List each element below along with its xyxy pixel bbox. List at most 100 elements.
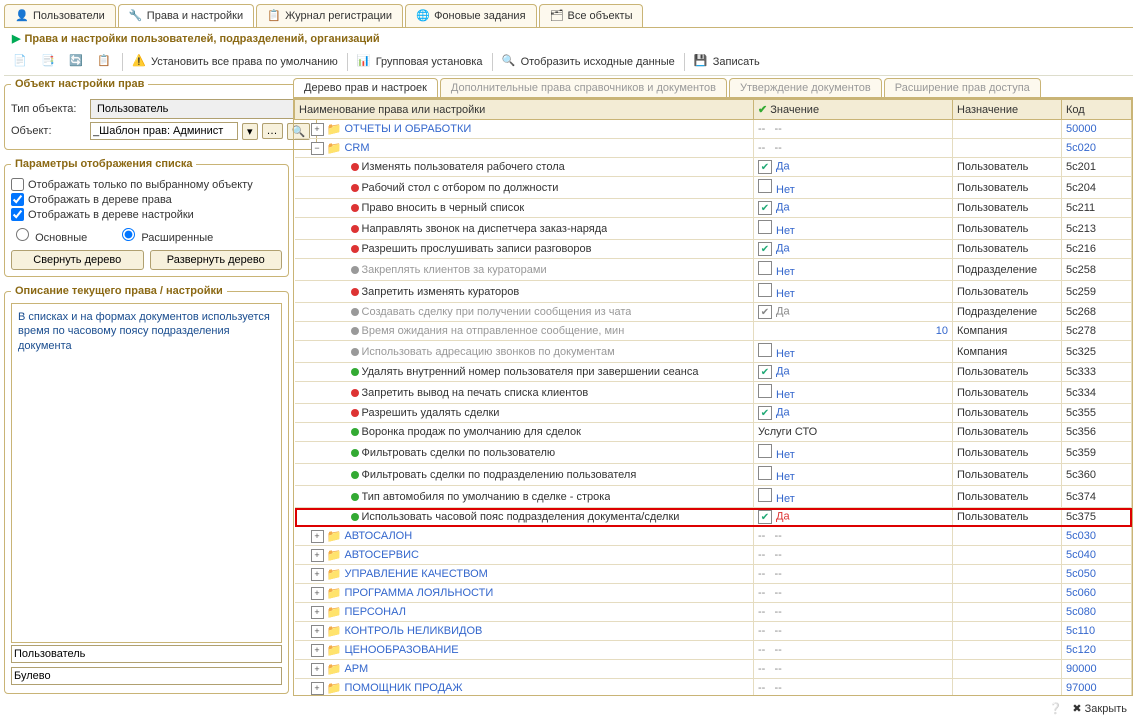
row-value[interactable]: Нет <box>776 266 795 278</box>
toolbar-btn-3[interactable]: 🔄 <box>64 51 90 73</box>
checkbox-icon[interactable] <box>758 488 772 502</box>
expand-icon[interactable]: + <box>311 663 324 676</box>
row-value[interactable]: Да <box>776 243 790 255</box>
top-tab[interactable]: 🗂Все объекты <box>539 4 644 27</box>
object-input[interactable] <box>90 122 238 140</box>
checkbox-icon[interactable] <box>758 444 772 458</box>
save-button[interactable]: 💾Записать <box>689 51 765 73</box>
expand-icon[interactable]: + <box>311 549 324 562</box>
expand-icon[interactable]: + <box>311 682 324 695</box>
set-default-button[interactable]: ⚠️Установить все права по умолчанию <box>127 51 343 73</box>
grid-row[interactable]: Запретить вывод на печать списка клиенто… <box>295 382 1132 404</box>
checkbox-icon[interactable] <box>758 179 772 193</box>
grid-row[interactable]: +📁АВТОСАЛОН-- --5c030 <box>295 527 1132 546</box>
checkbox-icon[interactable]: ✔ <box>758 201 772 215</box>
grid-row[interactable]: +📁ПОМОЩНИК ПРОДАЖ-- --97000 <box>295 679 1132 697</box>
object-lookup-button[interactable]: … <box>262 123 283 139</box>
checkbox-icon[interactable]: ✔ <box>758 365 772 379</box>
inner-tab[interactable]: Расширение прав доступа <box>884 78 1041 97</box>
inner-tab[interactable]: Дерево прав и настроек <box>293 78 438 97</box>
row-value[interactable]: Нет <box>776 288 795 300</box>
expand-icon[interactable]: − <box>311 142 324 155</box>
assignment-display[interactable] <box>11 645 282 663</box>
checkbox-icon[interactable]: ✔ <box>758 160 772 174</box>
toolbar-btn-1[interactable]: 📄 <box>8 51 34 73</box>
row-value[interactable]: Нет <box>776 389 795 401</box>
grid-row[interactable]: Разрешить удалять сделки✔ДаПользователь5… <box>295 404 1132 423</box>
expand-icon[interactable]: + <box>311 530 324 543</box>
row-value[interactable]: Да <box>776 306 790 318</box>
expand-icon[interactable]: + <box>311 587 324 600</box>
grid-row[interactable]: Запретить изменять кураторовНетПользоват… <box>295 281 1132 303</box>
row-value[interactable]: Нет <box>776 493 795 505</box>
grid-row[interactable]: Разрешить прослушивать записи разговоров… <box>295 240 1132 259</box>
expand-icon[interactable]: + <box>311 644 324 657</box>
row-value[interactable]: Да <box>776 161 790 173</box>
radio-extended[interactable] <box>122 228 135 241</box>
grid-row[interactable]: +📁ПРОГРАММА ЛОЯЛЬНОСТИ-- --5c060 <box>295 584 1132 603</box>
checkbox-icon[interactable]: ✔ <box>758 305 772 319</box>
datatype-display[interactable] <box>11 667 282 685</box>
row-value[interactable]: Да <box>776 511 790 523</box>
row-value[interactable]: Услуги СТО <box>758 426 817 438</box>
grid-row[interactable]: Создавать сделку при получении сообщения… <box>295 303 1132 322</box>
checkbox-icon[interactable] <box>758 466 772 480</box>
inner-tab[interactable]: Утверждение документов <box>729 78 882 97</box>
grid-row[interactable]: +📁ЦЕНООБРАЗОВАНИЕ-- --5c120 <box>295 641 1132 660</box>
collapse-tree-button[interactable]: Свернуть дерево <box>11 250 144 270</box>
checkbox-icon[interactable] <box>758 261 772 275</box>
checkbox-icon[interactable] <box>758 384 772 398</box>
grid-row[interactable]: −📁CRM-- --5c020 <box>295 139 1132 158</box>
grid-row[interactable]: Фильтровать сделки по пользователюНетПол… <box>295 442 1132 464</box>
radio-basic[interactable] <box>16 228 29 241</box>
inner-tab[interactable]: Дополнительные права справочников и доку… <box>440 78 727 97</box>
row-value[interactable]: 10 <box>936 325 948 337</box>
grid-row[interactable]: Изменять пользователя рабочего стола✔ДаП… <box>295 158 1132 177</box>
row-value[interactable]: Да <box>776 407 790 419</box>
row-value[interactable]: Нет <box>776 449 795 461</box>
grid-row[interactable]: +📁АВТОСЕРВИС-- --5c040 <box>295 546 1132 565</box>
expand-icon[interactable]: + <box>311 123 324 136</box>
expand-icon[interactable]: + <box>311 625 324 638</box>
row-value[interactable]: Нет <box>776 348 795 360</box>
col-code[interactable]: Код <box>1062 100 1132 120</box>
close-button[interactable]: ✖ Закрыть <box>1072 702 1127 715</box>
top-tab[interactable]: 🔧Права и настройки <box>118 4 254 27</box>
grid-row[interactable]: Направлять звонок на диспетчера заказ-на… <box>295 218 1132 240</box>
grid-row[interactable]: +📁КОНТРОЛЬ НЕЛИКВИДОВ-- --5c110 <box>295 622 1132 641</box>
grid-row[interactable]: Закреплять клиентов за кураторамиНетПодр… <box>295 259 1132 281</box>
expand-icon[interactable]: + <box>311 606 324 619</box>
grid-row[interactable]: +📁ОТЧЕТЫ И ОБРАБОТКИ-- --50000 <box>295 120 1132 139</box>
top-tab[interactable]: 👤Пользователи <box>4 4 116 27</box>
checkbox-icon[interactable] <box>758 283 772 297</box>
chk-tree-rights[interactable] <box>11 193 24 206</box>
col-value[interactable]: ✔ Значение <box>754 100 953 120</box>
col-name[interactable]: Наименование права или настройки <box>295 100 754 120</box>
row-value[interactable]: Нет <box>776 184 795 196</box>
grid-row[interactable]: Воронка продаж по умолчанию для сделокУс… <box>295 423 1132 442</box>
object-dropdown-button[interactable]: ▾ <box>242 123 258 140</box>
row-value[interactable]: Да <box>776 202 790 214</box>
toolbar-btn-2[interactable]: 📑 <box>36 51 62 73</box>
top-tab[interactable]: 📋Журнал регистрации <box>256 4 403 27</box>
row-value[interactable]: Да <box>776 366 790 378</box>
expand-icon[interactable]: + <box>311 568 324 581</box>
help-button[interactable]: ❔ <box>1049 702 1063 715</box>
radio-basic-label[interactable]: Основные <box>11 225 87 244</box>
group-set-button[interactable]: 📊Групповая установка <box>352 51 488 73</box>
show-source-button[interactable]: 🔍Отобразить исходные данные <box>497 51 680 73</box>
grid-row[interactable]: +📁ПЕРСОНАЛ-- --5c080 <box>295 603 1132 622</box>
radio-ext-label[interactable]: Расширенные <box>117 225 213 244</box>
expand-tree-button[interactable]: Развернуть дерево <box>150 250 283 270</box>
toolbar-btn-4[interactable]: 📋 <box>92 51 118 73</box>
grid-row[interactable]: Право вносить в черный список✔ДаПользова… <box>295 199 1132 218</box>
grid-row[interactable]: Тип автомобиля по умолчанию в сделке - с… <box>295 486 1132 508</box>
grid-row[interactable]: +📁УПРАВЛЕНИЕ КАЧЕСТВОМ-- --5c050 <box>295 565 1132 584</box>
checkbox-icon[interactable]: ✔ <box>758 406 772 420</box>
grid-row[interactable]: +📁АРМ-- --90000 <box>295 660 1132 679</box>
col-assign[interactable]: Назначение <box>953 100 1062 120</box>
chk-tree-settings[interactable] <box>11 208 24 221</box>
checkbox-icon[interactable]: ✔ <box>758 242 772 256</box>
checkbox-icon[interactable]: ✔ <box>758 510 772 524</box>
grid-row[interactable]: Использовать часовой пояс подразделения … <box>295 508 1132 527</box>
